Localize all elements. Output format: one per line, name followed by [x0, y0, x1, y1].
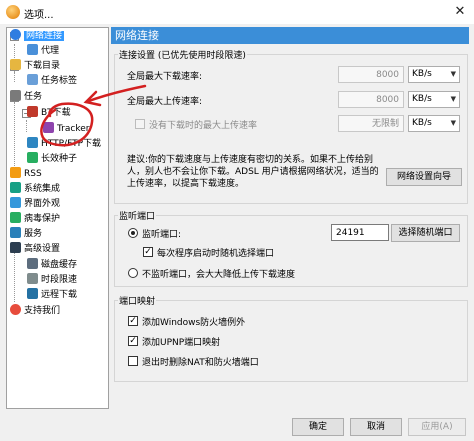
remote-icon	[27, 288, 38, 299]
tree-item-http-ftp[interactable]: HTTP/FTP下载	[27, 137, 101, 151]
max-upload-input[interactable]: 8000	[338, 91, 404, 108]
title-bar: 选项... ✕	[0, 0, 474, 24]
options-tree[interactable]: − − − − − 网络连接 代理 下载目录 任务标签 任务 BT下载 Trac…	[6, 27, 109, 409]
remove-nat-checkbox[interactable]	[128, 356, 138, 366]
appearance-icon	[10, 197, 21, 208]
random-port-button[interactable]: 选择随机端口	[391, 224, 460, 242]
no-listen-label: 不监听端口，会大大降低上传下载速度	[142, 270, 296, 280]
tree-item-task-tags[interactable]: 任务标签	[27, 74, 77, 88]
port-mapping-title: 端口映射	[118, 294, 157, 307]
no-task-upload-input[interactable]: 无限制	[338, 115, 404, 132]
proxy-icon	[27, 44, 38, 55]
task-icon	[10, 90, 21, 101]
http-icon	[27, 137, 38, 148]
chevron-down-icon: ▼	[450, 95, 456, 103]
seed-icon	[27, 152, 38, 163]
tree-item-disk-cache[interactable]: 磁盘缓存	[27, 258, 77, 272]
tree-item-schedule[interactable]: 时段限速	[27, 273, 77, 287]
listen-port-title: 监听端口	[118, 209, 157, 222]
tree-item-network[interactable]: 网络连接	[10, 29, 65, 43]
remove-nat-label: 退出时删除NAT和防火墙端口	[142, 358, 259, 368]
upnp-mapping-label: 添加UPNP端口映射	[142, 338, 221, 348]
random-port-on-start-label: 每次程序启动时随机选择端口	[157, 249, 275, 259]
tree-item-long-seed[interactable]: 长效种子	[27, 152, 77, 166]
tree-item-rss[interactable]: RSS	[10, 167, 42, 181]
no-task-upload-checkbox[interactable]	[135, 119, 145, 129]
tree-item-proxy[interactable]: 代理	[27, 44, 59, 58]
max-download-unit-select[interactable]: KB/s ▼	[408, 66, 460, 83]
firewall-exception-label: 添加Windows防火墙例外	[142, 318, 246, 328]
chevron-down-icon: ▼	[450, 70, 456, 78]
service-icon	[10, 227, 21, 238]
listen-port-radio[interactable]	[128, 228, 138, 238]
no-task-upload-label: 没有下载时的最大上传速率	[149, 121, 258, 131]
firewall-exception-checkbox[interactable]: ✓	[128, 316, 138, 326]
max-download-input[interactable]: 8000	[338, 66, 404, 83]
advanced-icon	[10, 242, 21, 253]
apply-button[interactable]: 应用(A)	[408, 418, 466, 436]
app-icon	[6, 5, 20, 19]
rss-icon	[10, 167, 21, 178]
folder-icon	[10, 59, 21, 70]
max-upload-unit-select[interactable]: KB/s ▼	[408, 91, 460, 108]
window-title: 选项...	[24, 10, 54, 21]
random-port-on-start-checkbox[interactable]: ✓	[143, 247, 153, 257]
listen-port-label: 监听端口:	[142, 230, 182, 240]
tree-item-tracker[interactable]: Tracker	[43, 122, 89, 136]
tree-item-remote[interactable]: 远程下载	[27, 288, 77, 302]
panel-header: 网络连接	[111, 27, 469, 44]
dialog-footer: 确定 取消 应用(A)	[0, 414, 474, 441]
speed-advice-text: 建议:你的下载速度与上传速度有密切的关系。如果不上传给别人，别人也不会让你下载。…	[127, 155, 379, 189]
tree-item-bt-download[interactable]: BT下载	[27, 106, 71, 120]
tree-item-task[interactable]: 任务	[10, 90, 42, 104]
ok-button[interactable]: 确定	[292, 418, 344, 436]
shield-icon	[10, 212, 21, 223]
port-input[interactable]: 24191	[331, 224, 389, 241]
heart-icon	[10, 304, 21, 315]
tree-item-integration[interactable]: 系统集成	[10, 182, 60, 196]
tree-item-download-dir[interactable]: 下载目录	[10, 59, 60, 73]
connection-settings-title: 连接设置 (已优先使用时段限速)	[118, 48, 247, 61]
network-wizard-button[interactable]: 网络设置向导	[386, 168, 462, 186]
max-upload-label: 全局最大上传速率:	[127, 97, 203, 107]
max-download-label: 全局最大下载速率:	[127, 72, 203, 82]
cancel-button[interactable]: 取消	[350, 418, 402, 436]
globe-icon	[10, 29, 21, 40]
no-task-upload-unit-select[interactable]: KB/s ▼	[408, 115, 460, 132]
tag-icon	[27, 74, 38, 85]
disk-icon	[27, 258, 38, 269]
bt-cube-icon	[27, 106, 38, 117]
chevron-down-icon: ▼	[450, 119, 456, 127]
upnp-mapping-checkbox[interactable]: ✓	[128, 336, 138, 346]
tracker-icon	[43, 122, 54, 133]
clock-icon	[27, 273, 38, 284]
tree-item-advanced[interactable]: 高级设置	[10, 242, 60, 256]
integration-icon	[10, 182, 21, 193]
no-listen-radio[interactable]	[128, 268, 138, 278]
tree-item-service[interactable]: 服务	[10, 227, 42, 241]
close-button[interactable]: ✕	[446, 0, 474, 24]
tree-item-support[interactable]: 支持我们	[10, 304, 60, 318]
tree-item-virus[interactable]: 病毒保护	[10, 212, 60, 226]
tree-item-appearance[interactable]: 界面外观	[10, 197, 60, 211]
